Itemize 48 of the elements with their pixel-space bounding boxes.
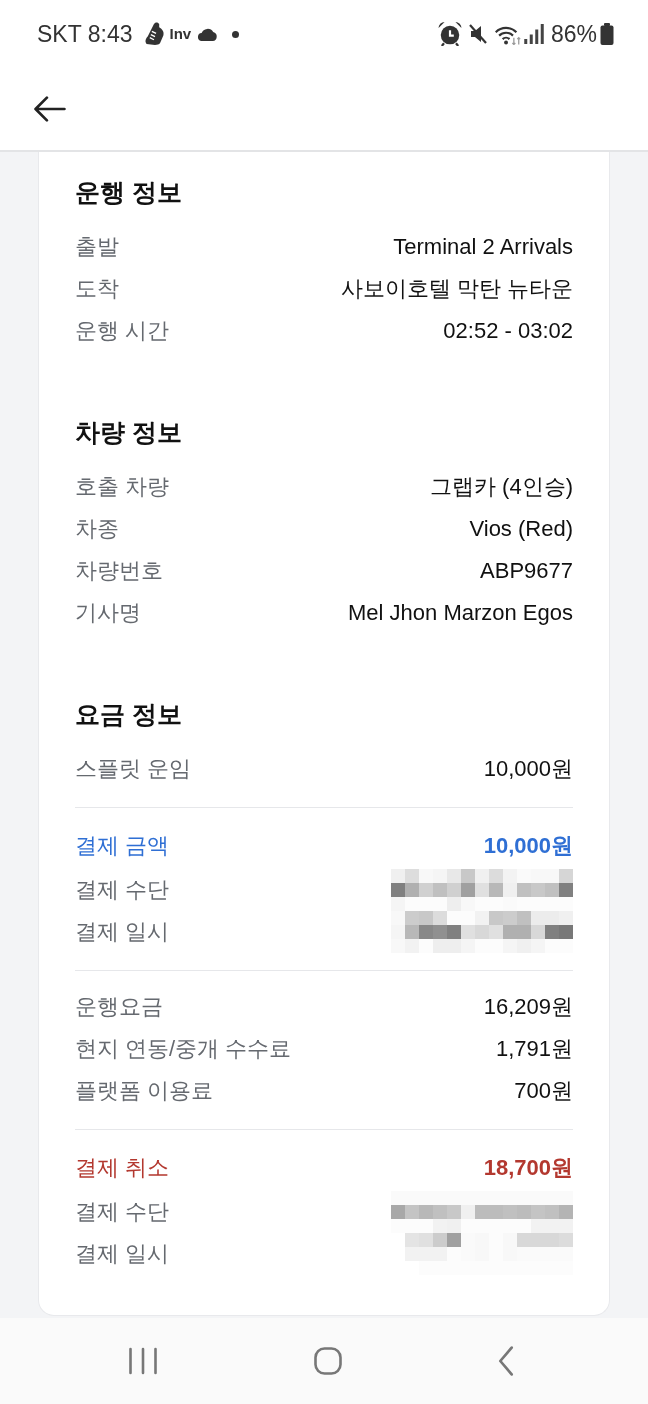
battery-percent: 86% [550,20,597,48]
info-label: 스플릿 운임 [75,755,192,783]
cloud-icon [196,27,220,41]
section-title: 요금 정보 [75,699,182,730]
info-label: 현지 연동/중개 수수료 [75,1035,292,1063]
info-label: 운행요금 [75,993,163,1021]
carrier-name: SKT [37,20,82,48]
sneaker-icon [143,22,166,46]
app-notification-label: Inv [169,25,192,43]
alarm-clock-icon [437,22,462,46]
info-value: Mel Jhon Marzon Egos [348,599,573,627]
info-value: 700원 [514,1077,573,1105]
back-arrow-icon[interactable] [34,96,66,122]
info-value: 18,700원 [483,1154,573,1182]
info-value: Vios (Red) [469,515,573,543]
info-value: 16,209원 [483,993,573,1021]
info-label: 차종 [75,515,119,543]
info-value: 1,791원 [495,1035,573,1063]
clock-time: 8:43 [87,20,133,48]
home-icon[interactable] [313,1347,342,1375]
info-value: 10,000원 [483,832,573,860]
info-label: 결제 일시 [75,1240,170,1268]
info-label: 결제 수단 [75,876,170,904]
dot-icon [232,30,240,38]
signal-bars-icon [523,24,544,44]
battery-icon [600,23,614,45]
recent-apps-icon[interactable] [129,1347,157,1375]
info-label: 운행 시간 [75,317,170,345]
section-title: 차량 정보 [75,417,182,448]
back-icon[interactable] [498,1346,514,1376]
info-label: 플랫폼 이용료 [75,1077,214,1105]
info-value: 그랩카 (4인승) [430,473,573,501]
info-label: 호출 차량 [75,473,170,501]
info-label: 결제 수단 [75,1198,170,1226]
muted-speaker-icon [468,24,487,44]
info-label: 차량번호 [75,557,163,585]
info-value: 사보이호텔 막탄 뉴타운 [340,275,573,303]
info-value: 10,000원 [483,755,573,783]
info-value: 02:52 - 03:02 [443,317,573,345]
info-label: 기사명 [75,599,141,627]
info-label: 출발 [75,233,119,261]
info-label: 결제 일시 [75,918,170,946]
info-label: 도착 [75,275,119,303]
info-value: ABP9677 [480,557,573,585]
section-title: 운행 정보 [75,177,182,208]
info-label: 결제 금액 [75,832,170,860]
info-label: 결제 취소 [75,1154,170,1182]
info-value: Terminal 2 Arrivals [393,233,573,261]
